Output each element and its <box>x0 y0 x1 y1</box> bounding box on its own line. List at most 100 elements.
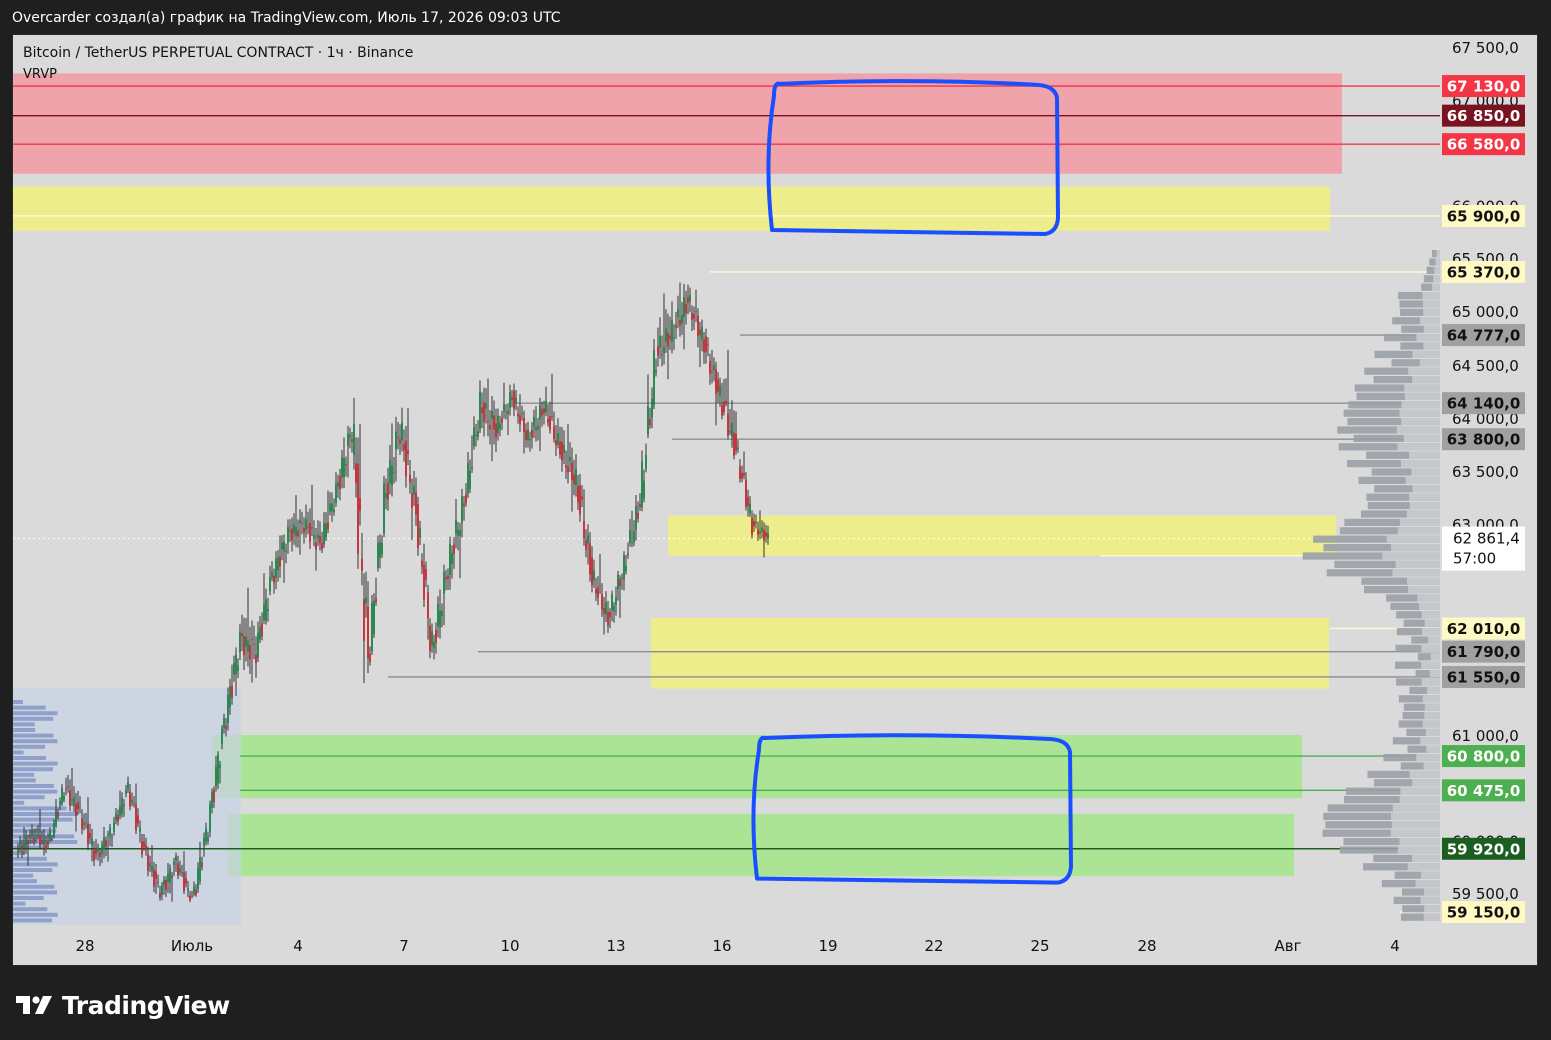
candle-body <box>237 665 239 671</box>
candle-body <box>343 458 345 477</box>
price-badge-label: 65 900,0 <box>1447 207 1521 225</box>
candle-body <box>451 552 453 564</box>
volume-profile-bar-value-area <box>1424 712 1440 720</box>
candle-body <box>689 294 691 302</box>
candle-body <box>681 315 683 324</box>
candle-body <box>501 418 503 423</box>
candle-body <box>545 401 547 413</box>
volume-profile-bar-value-area <box>1405 476 1440 484</box>
candle-body <box>597 587 599 598</box>
candle-body <box>147 854 149 871</box>
candle-body <box>173 861 175 866</box>
time-axis[interactable]: 28 Июль 4 7 10 13 16 19 22 25 28 Авг 4 <box>13 925 1441 965</box>
candle-body <box>27 840 29 845</box>
candle-body <box>97 847 99 852</box>
volume-profile-bar-value-area <box>1416 754 1440 762</box>
candle-body <box>443 571 445 594</box>
price-zone-1[interactable] <box>13 186 1330 231</box>
candle-body <box>325 523 327 538</box>
candle-body <box>191 895 193 897</box>
candle-body <box>457 529 459 536</box>
price-zone-0[interactable] <box>13 73 1342 174</box>
candle-body <box>123 804 125 807</box>
candle-body <box>515 397 517 403</box>
candle-body <box>687 297 689 304</box>
candle-body <box>425 569 427 580</box>
price-badge-label: 62 010,0 <box>1447 620 1521 638</box>
candle-body <box>577 486 579 503</box>
candle-body <box>107 834 109 836</box>
vp-range-bar <box>13 817 73 822</box>
volume-profile-bar-value-area <box>1401 401 1440 409</box>
price-badge-label: 66 580,0 <box>1447 136 1521 154</box>
candle-body <box>671 320 673 343</box>
vp-range-bar <box>13 800 25 805</box>
time-tick-label: Авг <box>1275 937 1302 955</box>
volume-profile-bar-value-area <box>1421 628 1440 636</box>
candle-body <box>43 838 45 845</box>
candle-body <box>389 459 391 484</box>
volume-profile-bar-value-area <box>1412 779 1440 787</box>
candle-body <box>67 786 69 788</box>
candle-body <box>697 315 699 337</box>
candle-body <box>165 879 167 890</box>
price-badge-label: 59 920,0 <box>1447 840 1521 858</box>
candle-body <box>727 413 729 436</box>
candle-body <box>297 530 299 537</box>
volume-profile-bar-value-area <box>1412 350 1440 358</box>
symbol-legend[interactable]: Bitcoin / TetherUS PERPETUAL CONTRACT · … <box>23 45 413 61</box>
current-price-label: 62 861,4 <box>1453 530 1520 548</box>
candle-body <box>489 424 491 430</box>
candle-body <box>513 390 515 409</box>
candle-body <box>449 544 451 576</box>
candle-body <box>239 631 241 653</box>
candle-body <box>759 531 761 534</box>
candle-body <box>551 416 553 418</box>
candle-body <box>563 445 565 453</box>
volume-profile-bar-value-area <box>1423 913 1440 921</box>
candle-body <box>571 462 573 480</box>
vp-range-bar <box>13 868 53 872</box>
price-zone-5[interactable] <box>228 814 1294 877</box>
candle-body <box>77 802 79 810</box>
candle-body <box>499 423 501 429</box>
candle-body <box>435 629 437 643</box>
volume-profile-bar-value-area <box>1390 829 1440 837</box>
candle-body <box>415 492 417 515</box>
price-tick-label: 61 000,0 <box>1452 727 1519 745</box>
candle-body <box>337 482 339 487</box>
candle-body <box>637 512 639 519</box>
volume-profile-bar-value-area <box>1416 334 1440 342</box>
candle-body <box>453 544 455 555</box>
price-zone-3[interactable] <box>651 617 1329 689</box>
chart-svg[interactable]: 67 500,067 000,066 000,065 500,065 000,0… <box>0 0 1551 1040</box>
candle-body <box>241 633 243 637</box>
candle-body <box>271 572 273 578</box>
candle-body <box>115 813 117 821</box>
candle-body <box>765 532 767 537</box>
volume-profile-bar-value-area <box>1397 527 1440 535</box>
candle-body <box>195 889 197 895</box>
volume-profile-bar-value-area <box>1420 896 1440 904</box>
candle-body <box>339 476 341 490</box>
candle-body <box>447 575 449 579</box>
candle-body <box>581 496 583 500</box>
indicator-legend[interactable]: VRVP <box>23 67 57 82</box>
candle-body <box>661 354 663 356</box>
candle-body <box>279 556 281 567</box>
vp-range-bar <box>13 772 35 777</box>
candle-body <box>133 803 135 805</box>
candle-body <box>169 868 171 883</box>
price-tick-label: 59 500,0 <box>1452 885 1519 903</box>
candle-body <box>265 599 267 621</box>
candle-body <box>601 594 603 610</box>
candle-body <box>333 509 335 513</box>
candle-body <box>761 527 763 533</box>
candle-body <box>365 597 367 603</box>
volume-profile-bar-value-area <box>1433 275 1440 283</box>
candle-body <box>549 416 551 430</box>
candle-body <box>477 431 479 437</box>
price-tick-label: 65 000,0 <box>1452 303 1519 321</box>
brand[interactable]: TradingView <box>16 985 230 1025</box>
candle-body <box>17 848 19 851</box>
